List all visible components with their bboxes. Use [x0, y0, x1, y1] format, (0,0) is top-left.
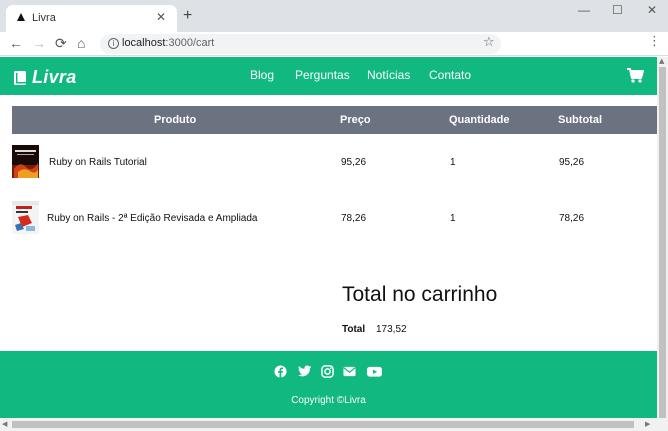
nav-link-contato[interactable]: Contato — [429, 68, 471, 82]
site-header: Livra Blog Perguntas Notícias Contato — [0, 57, 657, 95]
site-info-icon[interactable]: i — [108, 38, 119, 49]
cart-table-header: Produto Preço Quantidade Subtotal — [12, 106, 657, 134]
url-text: localhost:3000/cart — [122, 37, 215, 49]
nav-link-perguntas[interactable]: Perguntas — [295, 68, 350, 82]
site-footer: Copyright ©Livra — [0, 351, 657, 418]
reload-button[interactable]: ⟳ — [55, 35, 67, 51]
logo[interactable]: Livra — [12, 67, 77, 88]
bookmark-star-icon[interactable]: ☆ — [483, 35, 495, 50]
vertical-scrollbar[interactable]: ▲ — [657, 57, 668, 418]
product-price: 95,26 — [341, 157, 367, 168]
product-name[interactable]: Ruby on Rails Tutorial — [49, 157, 147, 168]
book-cover-image[interactable] — [12, 145, 39, 178]
favicon-icon — [17, 13, 25, 21]
nav-link-noticias[interactable]: Notícias — [367, 68, 410, 82]
horizontal-scroll-thumb[interactable] — [12, 421, 634, 428]
column-header-subtotal: Subtotal — [558, 114, 602, 126]
book-icon — [14, 70, 26, 85]
email-icon[interactable] — [343, 365, 356, 378]
column-header-preco: Preço — [340, 114, 371, 126]
total-label: Total — [342, 324, 366, 335]
logo-text: Livra — [32, 67, 77, 87]
scroll-right-arrow-icon[interactable]: ▶ — [645, 420, 650, 428]
minimize-button[interactable]: — — [578, 3, 590, 17]
tab-title: Livra — [32, 12, 56, 24]
product-subtotal: 95,26 — [559, 157, 585, 168]
product-name[interactable]: Ruby on Rails - 2ª Edição Revisada e Amp… — [47, 213, 257, 224]
browser-toolbar: ← → ⟳ ⌂ i localhost:3000/cart ☆ ⋮ — [0, 32, 668, 56]
scroll-up-arrow-icon[interactable]: ▲ — [659, 57, 664, 65]
twitter-icon[interactable] — [298, 365, 311, 378]
total-value: 173,52 — [376, 324, 407, 335]
back-button[interactable]: ← — [9, 35, 23, 51]
vertical-scroll-thumb[interactable] — [659, 67, 666, 418]
tab-close-icon[interactable]: ✕ — [156, 10, 166, 24]
instagram-icon[interactable] — [321, 365, 334, 378]
close-window-button[interactable]: ✕ — [647, 3, 657, 17]
forward-button[interactable]: → — [32, 35, 46, 51]
product-subtotal: 78,26 — [559, 213, 585, 224]
book-cover-image[interactable] — [12, 201, 39, 234]
horizontal-scrollbar[interactable]: ◀ ▶ — [0, 418, 668, 431]
product-quantity: 1 — [450, 213, 456, 224]
column-header-quantidade: Quantidade — [449, 114, 510, 126]
column-header-produto: Produto — [154, 114, 197, 126]
product-price: 78,26 — [341, 213, 367, 224]
new-tab-button[interactable]: + — [183, 8, 192, 24]
browser-menu-icon[interactable]: ⋮ — [648, 34, 661, 49]
home-button[interactable]: ⌂ — [77, 35, 85, 51]
facebook-icon[interactable] — [274, 365, 287, 378]
scroll-left-arrow-icon[interactable]: ◀ — [2, 420, 7, 428]
maximize-button[interactable]: ☐ — [612, 3, 623, 17]
cart-total-title: Total no carrinho — [342, 283, 498, 306]
youtube-icon[interactable] — [367, 365, 382, 378]
browser-tab-bar: Livra ✕ + — ☐ ✕ — [0, 0, 668, 32]
nav-link-blog[interactable]: Blog — [250, 68, 274, 82]
shopping-cart-icon[interactable] — [627, 68, 644, 83]
address-bar[interactable]: i localhost:3000/cart ☆ — [100, 34, 501, 54]
product-quantity: 1 — [450, 157, 456, 168]
copyright-text: Copyright ©Livra — [291, 395, 366, 406]
browser-tab[interactable]: Livra ✕ — [6, 5, 177, 32]
